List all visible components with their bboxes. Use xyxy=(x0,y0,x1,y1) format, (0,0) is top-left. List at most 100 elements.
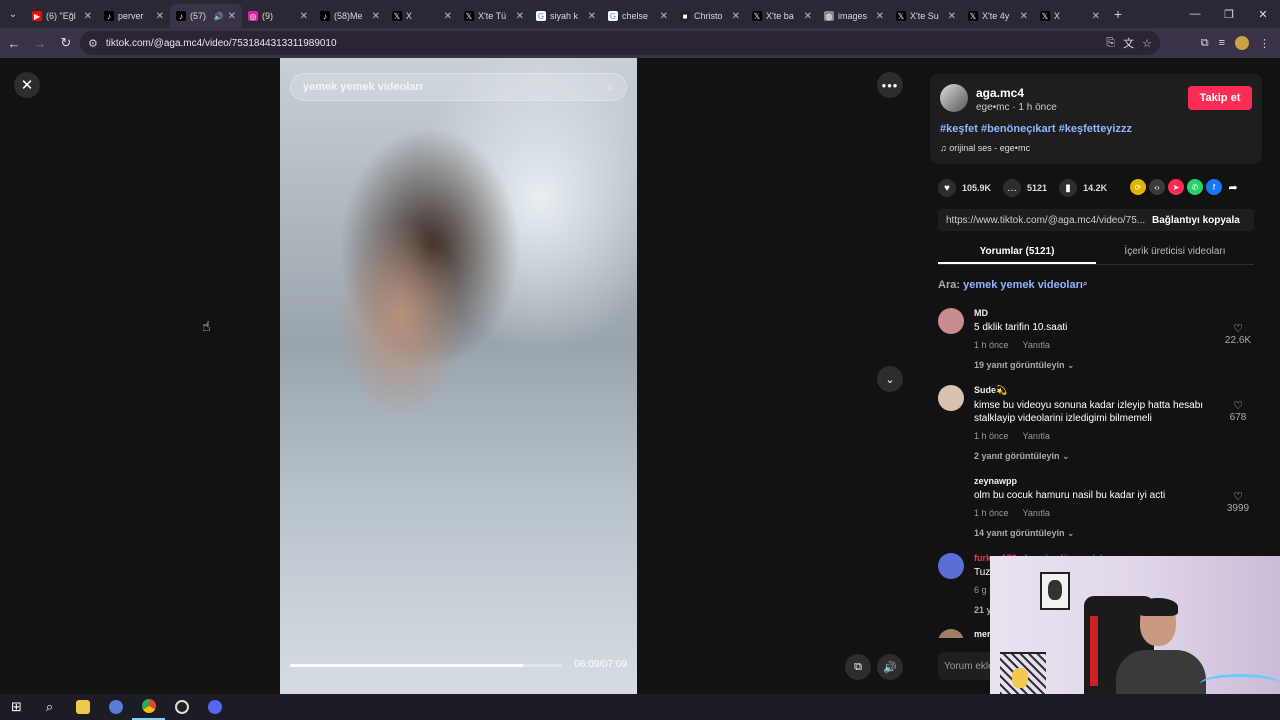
heart-outline-icon[interactable]: ♡ xyxy=(1218,322,1258,335)
browser-tab[interactable]: 𝕏 X'te ba ✕ xyxy=(746,4,818,28)
search-icon[interactable]: ⌕ xyxy=(607,80,614,95)
tab-close-icon[interactable]: ✕ xyxy=(156,11,164,22)
video-link-text[interactable]: https://www.tiktok.com/@aga.mc4/video/75… xyxy=(938,215,1146,226)
heart-outline-icon[interactable]: ♡ xyxy=(1218,490,1258,503)
facebook-icon[interactable]: f xyxy=(1206,179,1222,195)
comment-username[interactable]: Sude💫 xyxy=(974,385,1212,396)
send-to-friends-icon[interactable]: ➤ xyxy=(1168,179,1184,195)
browser-tab[interactable]: Gsiyah k ✕ xyxy=(530,4,602,28)
more-options-button[interactable]: ••• xyxy=(877,72,903,98)
browser-tab[interactable]: 𝕏 X ✕ xyxy=(386,4,458,28)
browser-tab[interactable]: ♪ perver ✕ xyxy=(98,4,170,28)
view-replies-button[interactable]: 2 yanıt görüntüleyin ⌄ xyxy=(974,451,1212,462)
save-stat[interactable]: ▮ 14.2K xyxy=(1059,179,1107,197)
obs-taskbar-button[interactable] xyxy=(165,694,198,720)
media-control-icon[interactable]: ≡ xyxy=(1219,37,1225,49)
file-explorer-button[interactable] xyxy=(66,694,99,720)
tab-comments[interactable]: Yorumlar (5121) xyxy=(938,241,1096,264)
browser-tab[interactable]: 𝕏 X'te Tü ✕ xyxy=(458,4,530,28)
embed-code-icon[interactable]: ‹› xyxy=(1149,179,1165,195)
comment-bubble-icon[interactable]: … xyxy=(1003,179,1022,197)
browser-tab[interactable]: 𝕏 X ✕ xyxy=(1034,4,1106,28)
close-video-button[interactable]: ✕ xyxy=(14,72,40,98)
tab-creator-videos[interactable]: İçerik üreticisi videoları xyxy=(1096,241,1254,264)
tab-close-icon[interactable]: ✕ xyxy=(516,11,524,22)
tab-close-icon[interactable]: ✕ xyxy=(588,11,596,22)
tab-audio-icon[interactable]: 🔊 xyxy=(214,12,224,21)
tab-close-icon[interactable]: ✕ xyxy=(804,11,812,22)
start-button[interactable]: ⊞ xyxy=(0,694,33,720)
chrome-taskbar-button[interactable] xyxy=(132,694,165,720)
video-search-bar[interactable]: yemek yemek videoları ⌕ xyxy=(290,73,627,101)
browser-tab[interactable]: ♪ (58)Me ✕ xyxy=(314,4,386,28)
comment-like[interactable]: ♡ 22.6K xyxy=(1218,322,1258,346)
next-video-button[interactable]: ⌄ xyxy=(877,366,903,392)
comment-avatar[interactable] xyxy=(938,629,964,638)
comment-username[interactable]: zeynawpp xyxy=(974,476,1212,486)
discord-taskbar-button[interactable] xyxy=(198,694,231,720)
browser-tab[interactable]: ♪ (57) 🔊 ✕ xyxy=(170,4,242,28)
like-stat[interactable]: ♥ 105.9K xyxy=(938,179,991,197)
forward-button[interactable]: → xyxy=(28,31,52,55)
copy-link-button[interactable]: Bağlantıyı kopyala xyxy=(1146,215,1240,226)
tab-close-icon[interactable]: ✕ xyxy=(444,11,452,22)
browser-tab[interactable]: ◎ (9) ✕ xyxy=(242,4,314,28)
comment-like[interactable]: ♡ 3999 xyxy=(1218,490,1258,514)
back-button[interactable]: ← xyxy=(2,31,26,55)
comment-username[interactable]: MD xyxy=(974,308,1212,318)
tab-close-icon[interactable]: ✕ xyxy=(84,11,92,22)
video-search-query[interactable]: yemek yemek videoları xyxy=(303,81,607,93)
browser-tab[interactable]: ■ Christo ✕ xyxy=(674,4,746,28)
install-app-icon[interactable]: ⎘ xyxy=(1106,37,1115,50)
follow-button[interactable]: Takip et xyxy=(1188,86,1252,110)
view-replies-button[interactable]: 14 yanıt görüntüleyin ⌄ xyxy=(974,528,1212,539)
site-info-icon[interactable]: ⚙ xyxy=(88,37,98,50)
volume-button[interactable]: 🔊 xyxy=(877,654,903,680)
tab-close-icon[interactable]: ✕ xyxy=(1020,11,1028,22)
browser-tab[interactable]: Gchelse ✕ xyxy=(602,4,674,28)
comment-avatar[interactable] xyxy=(938,385,964,411)
video-hashtags[interactable]: #keşfet #benöneçıkart #keşfetteyizzz xyxy=(940,123,1132,135)
repost-icon[interactable]: ⟳ xyxy=(1130,179,1146,195)
translate-icon[interactable]: 文 xyxy=(1123,35,1134,51)
comment-avatar[interactable] xyxy=(938,553,964,579)
reply-button[interactable]: Yanıtla xyxy=(1023,340,1050,350)
app-button[interactable] xyxy=(99,694,132,720)
sound-row[interactable]: ♫ orijinal ses - ege•mc xyxy=(940,143,1030,153)
tab-close-icon[interactable]: ✕ xyxy=(228,11,236,22)
bookmark-icon[interactable]: ▮ xyxy=(1059,179,1078,197)
floating-player-button[interactable]: ⧉ xyxy=(845,654,871,680)
reply-button[interactable]: Yanıtla xyxy=(1023,508,1050,518)
profile-avatar[interactable] xyxy=(1235,36,1249,50)
browser-tab[interactable]: 𝕏 X'te Su ✕ xyxy=(890,4,962,28)
tab-close-icon[interactable]: ✕ xyxy=(372,11,380,22)
browser-tab[interactable]: ▶ (6) "Eğl ✕ xyxy=(26,4,98,28)
url-text[interactable]: tiktok.com/@aga.mc4/video/75318443133119… xyxy=(106,38,337,49)
taskbar-search-button[interactable]: ⌕ xyxy=(33,694,66,720)
browser-tab[interactable]: ◍ images ✕ xyxy=(818,4,890,28)
bookmark-star-icon[interactable]: ☆ xyxy=(1142,37,1152,50)
comment-like[interactable]: ♡ 678 xyxy=(1218,399,1258,423)
new-tab-button[interactable]: + xyxy=(1106,6,1130,22)
author-avatar[interactable] xyxy=(940,84,968,112)
reload-button[interactable]: ↻ xyxy=(54,31,78,55)
comment-avatar[interactable] xyxy=(938,308,964,334)
restore-button[interactable]: ❐ xyxy=(1212,0,1246,28)
whatsapp-icon[interactable]: ✆ xyxy=(1187,179,1203,195)
address-bar[interactable]: ⚙ tiktok.com/@aga.mc4/video/753184431331… xyxy=(80,31,1160,55)
browser-tab[interactable]: 𝕏 X'te 4y ✕ xyxy=(962,4,1034,28)
share-arrow-icon[interactable]: ➦ xyxy=(1225,179,1241,195)
sound-name[interactable]: orijinal ses - ege•mc xyxy=(949,143,1030,153)
video-player[interactable]: yemek yemek videoları ⌕ 06:09/07:09 xyxy=(280,58,637,694)
minimize-button[interactable]: — xyxy=(1178,0,1212,28)
extensions-icon[interactable]: ⧉ xyxy=(1201,37,1209,50)
tab-close-icon[interactable]: ✕ xyxy=(660,11,668,22)
reply-button[interactable]: Yanıtla xyxy=(1023,431,1050,441)
comment-stat[interactable]: … 5121 xyxy=(1003,179,1047,197)
heart-icon[interactable]: ♥ xyxy=(938,179,956,197)
video-progress-bar[interactable] xyxy=(290,664,563,667)
close-window-button[interactable]: ✕ xyxy=(1246,0,1280,28)
related-search-term[interactable]: yemek yemek videoları xyxy=(963,279,1083,291)
tab-close-icon[interactable]: ✕ xyxy=(300,11,308,22)
tab-search-button[interactable]: ⌄ xyxy=(0,0,26,28)
